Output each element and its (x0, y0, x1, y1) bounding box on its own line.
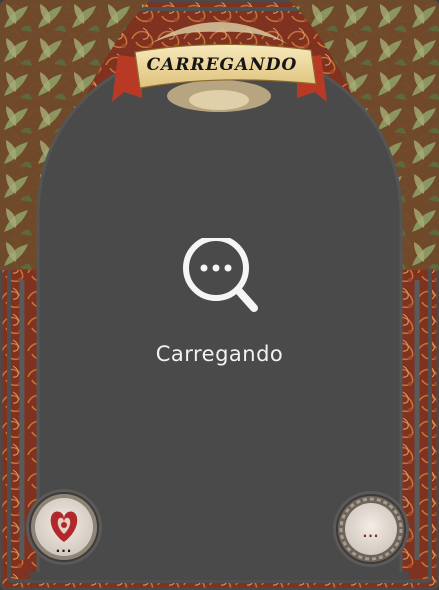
loading-card: CARREGANDO Carregando ... ... (0, 0, 439, 590)
banner-title: CARREGANDO (146, 55, 298, 75)
left-badge[interactable]: ... (25, 488, 103, 566)
search-loading-icon (180, 235, 260, 318)
title-banner: CARREGANDO (133, 41, 311, 91)
left-badge-label: ... (55, 541, 73, 555)
right-badge-label: ... (362, 526, 380, 540)
loading-text: Carregando (155, 342, 284, 366)
right-badge[interactable]: ... (332, 490, 410, 568)
